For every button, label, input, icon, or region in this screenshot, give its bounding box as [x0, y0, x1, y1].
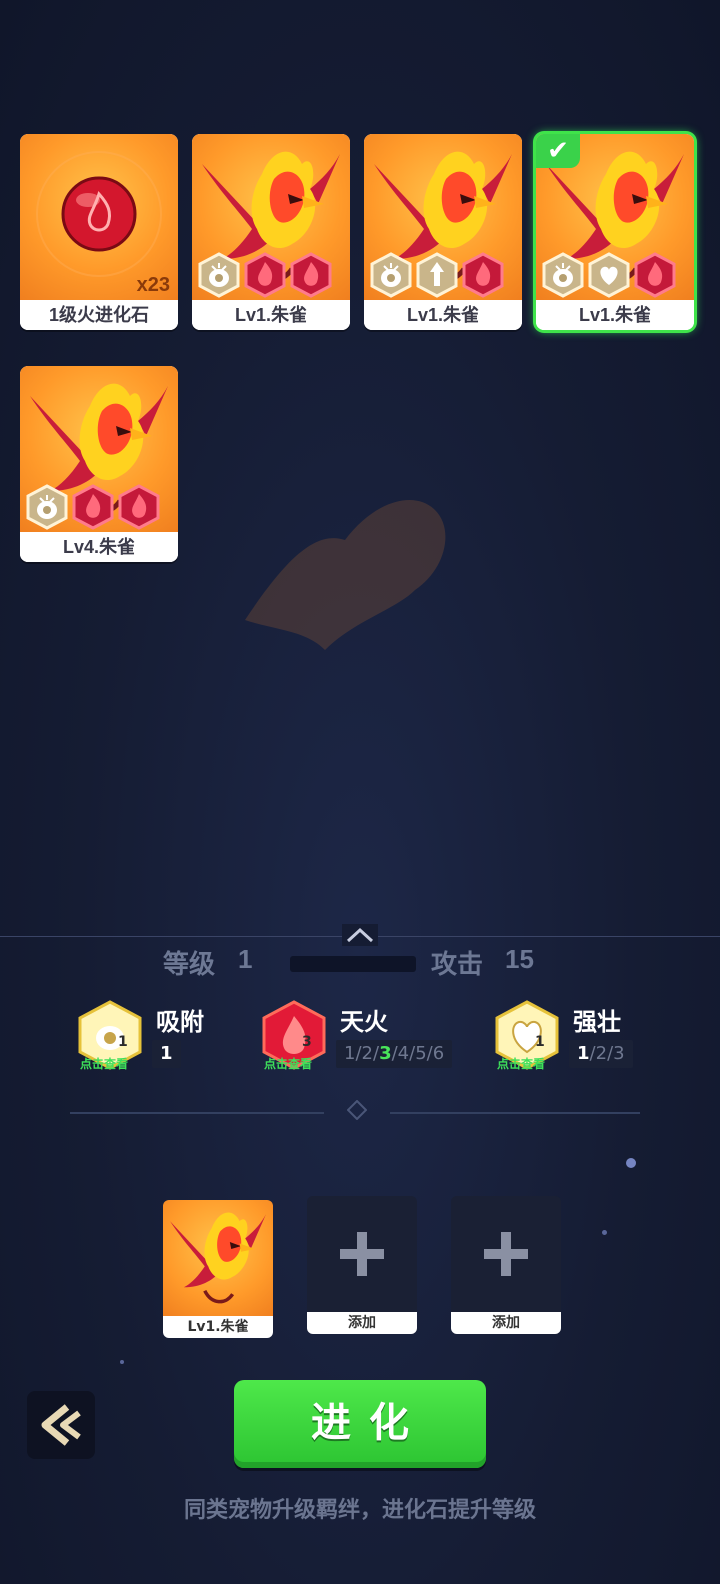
fire-icon [72, 484, 114, 530]
diamond-icon [347, 1100, 367, 1120]
skill-levels: 1/2/3/4/5/6 [336, 1040, 453, 1068]
skill-count: 1 [535, 1034, 545, 1050]
skill-level-6: 6 [432, 1043, 445, 1064]
slot-label: Lv1.朱雀 [163, 1316, 273, 1338]
back-arrow-icon [41, 1404, 81, 1446]
star-decoration [626, 1158, 636, 1168]
separator-line [390, 1112, 640, 1114]
plus-icon [484, 1232, 528, 1276]
separator-line [70, 1112, 324, 1114]
tap-to-view-link[interactable]: 点击查看 [497, 1055, 545, 1072]
item-quantity: x23 [136, 274, 170, 296]
flame-icon [462, 252, 504, 298]
skill-level-5: 5 [415, 1043, 427, 1064]
pet-card[interactable]: Lv1.朱雀 ✔ [536, 134, 694, 330]
absorb-icon [542, 252, 584, 298]
card-label: Lv1.朱雀 [364, 300, 522, 330]
flame-icon [634, 252, 676, 298]
slot-label: 添加 [451, 1312, 561, 1334]
phoenix-silhouette-icon [245, 500, 446, 650]
tap-to-view-link[interactable]: 点击查看 [80, 1055, 128, 1072]
level-value: 1 [238, 944, 253, 974]
skill-level-3: 3 [379, 1043, 392, 1064]
skill-badges [542, 252, 692, 298]
back-button[interactable] [27, 1391, 95, 1459]
hint-text: 同类宠物升级羁绊，进化石提升等级 [183, 1498, 536, 1523]
skill-level-4: 4 [397, 1043, 410, 1064]
skill-levels: 1 [152, 1040, 181, 1068]
skill-level-1: 1 [160, 1043, 173, 1064]
flame-icon [290, 252, 332, 298]
card-label: Lv4.朱雀 [20, 532, 178, 562]
add-material-slot[interactable]: 添加 [307, 1196, 417, 1334]
arrow-up-icon [416, 252, 458, 298]
attack-label: 攻击 [431, 949, 484, 979]
pet-card[interactable]: Lv1.朱雀 [192, 134, 350, 330]
skill-name: 强壮 [573, 1008, 621, 1036]
pet-card[interactable]: Lv1.朱雀 [364, 134, 522, 330]
skill-count: 1 [118, 1034, 128, 1050]
phoenix-icon [163, 1200, 273, 1316]
evolution-stone-card[interactable]: x23 1级火进化石 [20, 134, 178, 330]
material-slot-filled[interactable]: Lv1.朱雀 [163, 1200, 273, 1338]
slot-label: 添加 [307, 1312, 417, 1334]
flame-icon [118, 484, 160, 530]
attack-value: 15 [505, 944, 534, 974]
skill-count: 3 [302, 1034, 312, 1050]
add-material-slot[interactable]: 添加 [451, 1196, 561, 1334]
skill-level-3: 3 [613, 1043, 625, 1064]
skill-level-1: 1 [344, 1043, 356, 1064]
star-decoration [602, 1230, 607, 1235]
heart-icon [588, 252, 630, 298]
absorb-icon [26, 484, 68, 530]
card-label: 1级火进化石 [20, 300, 178, 330]
fire-icon [244, 252, 286, 298]
card-label: Lv1.朱雀 [192, 300, 350, 330]
evolve-button[interactable]: 进化 [234, 1380, 486, 1468]
skill-badges [198, 252, 348, 298]
absorb-icon [198, 252, 240, 298]
skill-badges [370, 252, 520, 298]
card-label: Lv1.朱雀 [536, 300, 694, 330]
checkmark-icon: ✔ [536, 134, 580, 168]
skill-name: 天火 [340, 1008, 388, 1036]
star-decoration [120, 1360, 124, 1364]
plus-icon [340, 1232, 384, 1276]
skill-levels: 1/2/3 [569, 1040, 633, 1068]
absorb-icon [370, 252, 412, 298]
skill-level-1: 1 [577, 1043, 590, 1064]
skill-level-2: 2 [595, 1043, 608, 1064]
chevron-up-icon[interactable] [342, 924, 378, 946]
skill-name: 吸附 [156, 1008, 204, 1036]
level-progress-bar [290, 956, 416, 972]
pet-card[interactable]: Lv4.朱雀 [20, 366, 178, 562]
skill-level-2: 2 [361, 1043, 373, 1064]
level-label: 等级 [163, 949, 216, 979]
skill-badges [26, 484, 176, 530]
tap-to-view-link[interactable]: 点击查看 [264, 1055, 312, 1072]
